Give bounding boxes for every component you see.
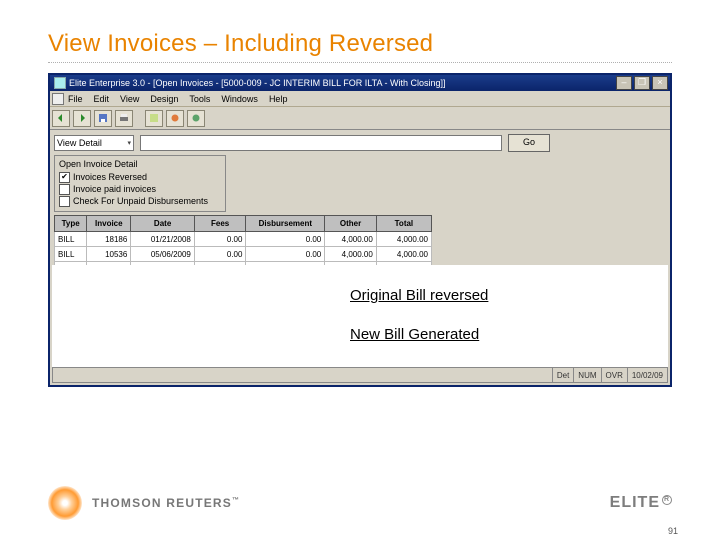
forward-button[interactable] xyxy=(73,110,91,127)
slide-footer: THOMSON REUTERS™ ELITER xyxy=(48,486,672,520)
view-mode-combo[interactable]: View Detail ▾ xyxy=(54,135,134,151)
window-titlebar: Elite Enterprise 3.0 - [Open Invoices - … xyxy=(50,75,670,91)
elite-logo: ELITER xyxy=(610,494,672,512)
menu-windows[interactable]: Windows xyxy=(221,94,258,104)
col-disb[interactable]: Disbursement xyxy=(246,216,325,232)
app-window: Elite Enterprise 3.0 - [Open Invoices - … xyxy=(48,73,672,387)
cell: 4,000.00 xyxy=(325,232,377,247)
option-label: Invoices Reversed xyxy=(73,172,147,182)
cell: 0.00 xyxy=(194,247,246,262)
window-title: Elite Enterprise 3.0 - [Open Invoices - … xyxy=(69,78,616,88)
chevron-down-icon: ▾ xyxy=(127,139,131,147)
option-label: Invoice paid invoices xyxy=(73,184,156,194)
cell: 0.00 xyxy=(246,247,325,262)
toolbar xyxy=(50,107,670,130)
thomson-reuters-logo: THOMSON REUTERS™ xyxy=(48,486,240,520)
menu-edit[interactable]: Edit xyxy=(94,94,110,104)
option-label: Check For Unpaid Disbursements xyxy=(73,196,208,206)
options-header: Open Invoice Detail xyxy=(59,159,221,169)
cell: BILL xyxy=(55,232,87,247)
close-button[interactable]: × xyxy=(652,76,668,90)
checkbox-icon xyxy=(59,184,70,195)
brand-text: THOMSON REUTERS xyxy=(92,496,232,510)
status-cell: OVR xyxy=(601,368,627,382)
maximize-button[interactable]: ❐ xyxy=(634,76,650,90)
checkbox-icon xyxy=(59,196,70,207)
option-unpaid-disbursements[interactable]: Check For Unpaid Disbursements xyxy=(59,195,221,207)
app-icon xyxy=(54,77,66,89)
cell: 4,000.00 xyxy=(325,247,377,262)
view-mode-value: View Detail xyxy=(57,138,102,148)
menu-file[interactable]: File xyxy=(68,94,83,104)
col-fees[interactable]: Fees xyxy=(194,216,246,232)
option-invoice-paid[interactable]: Invoice paid invoices xyxy=(59,183,221,195)
col-date[interactable]: Date xyxy=(131,216,195,232)
col-total[interactable]: Total xyxy=(376,216,431,232)
status-cell: NUM xyxy=(573,368,600,382)
table-row[interactable]: BILL 10536 05/06/2009 0.00 0.00 4,000.00… xyxy=(55,247,432,262)
menu-view[interactable]: View xyxy=(120,94,139,104)
print-button[interactable] xyxy=(115,110,133,127)
col-type[interactable]: Type xyxy=(55,216,87,232)
cell: 18186 xyxy=(87,232,131,247)
cell: 4,000.00 xyxy=(376,232,431,247)
cell: BILL xyxy=(55,247,87,262)
menu-help[interactable]: Help xyxy=(269,94,288,104)
status-cell: Det xyxy=(552,368,573,382)
cell: 0.00 xyxy=(246,232,325,247)
cell: 4,000.00 xyxy=(376,247,431,262)
sunburst-icon xyxy=(48,486,82,520)
cell: 01/21/2008 xyxy=(131,232,195,247)
table-row[interactable]: BILL 18186 01/21/2008 0.00 0.00 4,000.00… xyxy=(55,232,432,247)
callout-new-bill: New Bill Generated xyxy=(350,326,488,343)
tool-button-3[interactable] xyxy=(187,110,205,127)
page-title: View Invoices – Including Reversed xyxy=(48,30,672,58)
col-invoice[interactable]: Invoice xyxy=(87,216,131,232)
brand-text: ELITE xyxy=(610,494,660,511)
callout-original-reversed: Original Bill reversed xyxy=(350,287,488,304)
menu-tools[interactable]: Tools xyxy=(189,94,210,104)
mdi-icon xyxy=(52,93,64,105)
go-button[interactable]: Go xyxy=(508,134,550,152)
status-cell: 10/02/09 xyxy=(627,368,667,382)
menu-design[interactable]: Design xyxy=(150,94,178,104)
menu-bar: File Edit View Design Tools Windows Help xyxy=(50,91,670,107)
options-panel: Open Invoice Detail ✔ Invoices Reversed … xyxy=(54,155,226,212)
minimize-button[interactable]: – xyxy=(616,76,632,90)
tool-button-1[interactable] xyxy=(145,110,163,127)
search-input[interactable] xyxy=(140,135,502,151)
cell: 05/06/2009 xyxy=(131,247,195,262)
option-invoices-reversed[interactable]: ✔ Invoices Reversed xyxy=(59,171,221,183)
page-number: 91 xyxy=(668,526,678,536)
status-bar: Det NUM OVR 10/02/09 xyxy=(52,367,668,383)
back-button[interactable] xyxy=(52,110,70,127)
save-button[interactable] xyxy=(94,110,112,127)
checkbox-icon: ✔ xyxy=(59,172,70,183)
col-other[interactable]: Other xyxy=(325,216,377,232)
title-rule xyxy=(48,62,672,63)
cell: 10536 xyxy=(87,247,131,262)
tool-button-2[interactable] xyxy=(166,110,184,127)
cell: 0.00 xyxy=(194,232,246,247)
